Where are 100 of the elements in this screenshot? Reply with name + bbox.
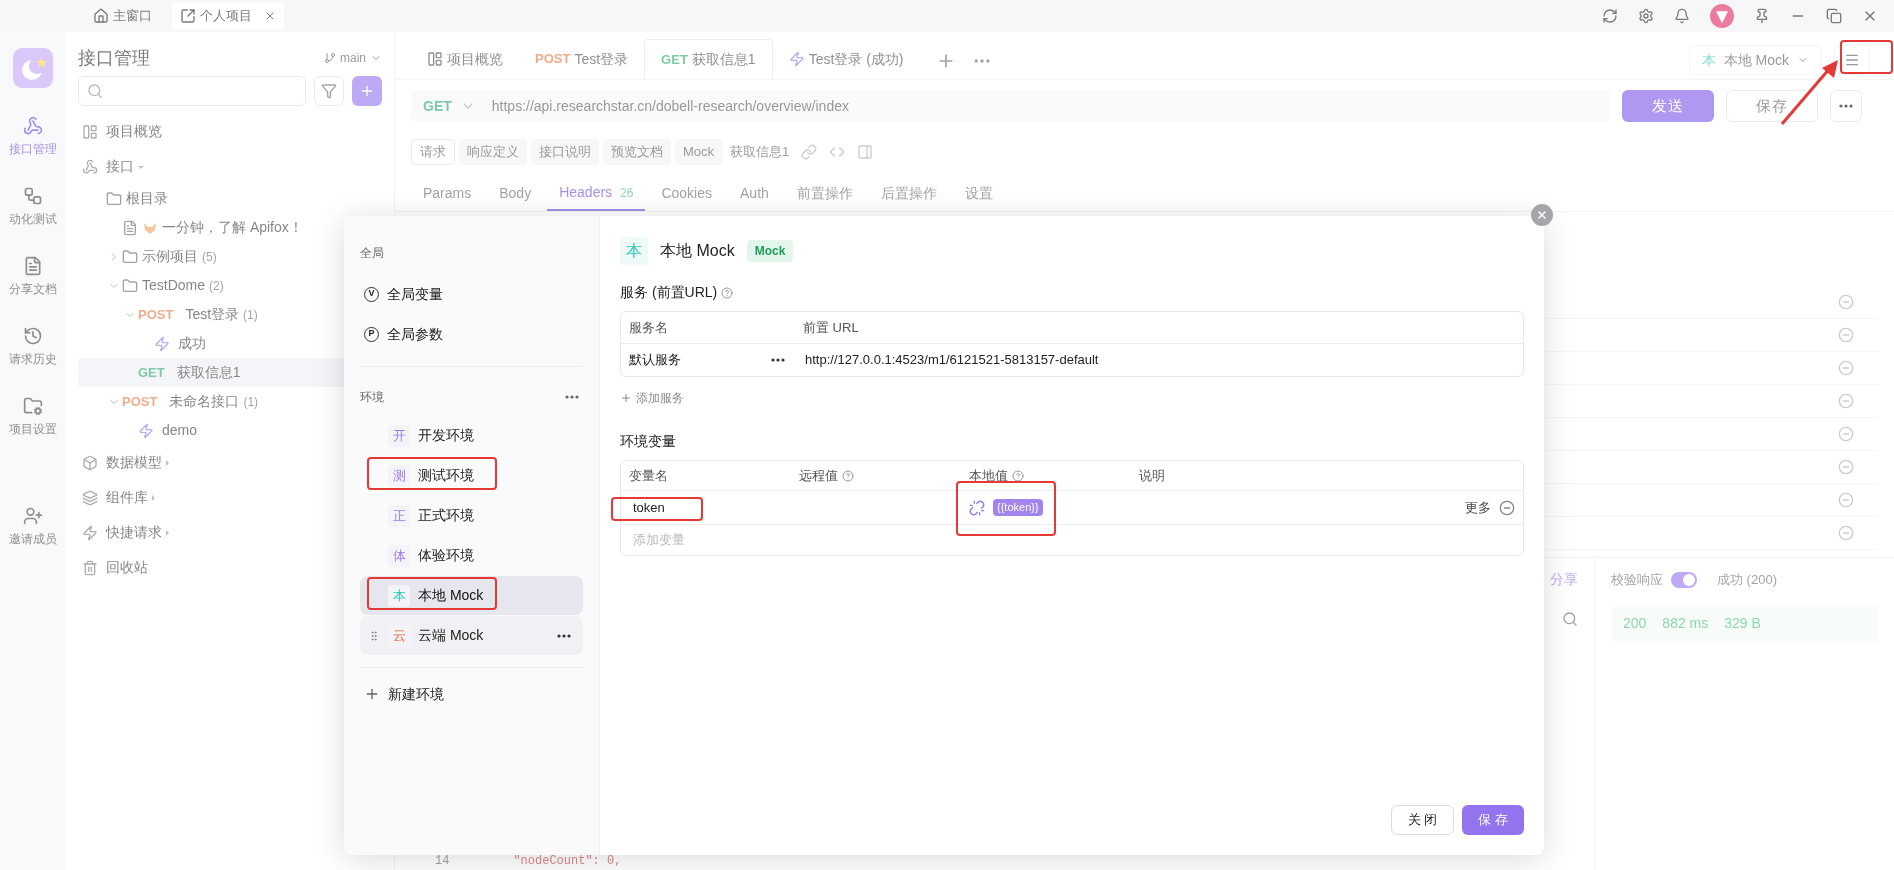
add-button[interactable]: [352, 76, 382, 106]
tree-item[interactable]: POST 未命名接口 (1): [78, 387, 346, 416]
remove-icon[interactable]: [1838, 393, 1854, 409]
sub-tab[interactable]: 请求: [411, 139, 455, 165]
tab-icon: [180, 8, 196, 24]
remove-icon[interactable]: [1499, 499, 1515, 516]
global-item[interactable]: P 全局参数: [360, 314, 583, 354]
tree-item[interactable]: 示例项目 (5): [78, 242, 346, 271]
home-icon: [93, 8, 109, 24]
window-tab[interactable]: 主窗口: [85, 2, 160, 30]
sub-tab[interactable]: 接口说明: [531, 139, 599, 165]
status-label: 成功 (200): [1717, 571, 1777, 589]
rail-item[interactable]: 项目设置: [9, 396, 57, 438]
rail-icon: [23, 256, 43, 276]
rail-item[interactable]: 邀请成员: [9, 506, 57, 548]
more-icon[interactable]: [557, 633, 571, 638]
more-icon[interactable]: [565, 395, 579, 399]
param-tab[interactable]: Cookies: [649, 175, 725, 211]
more-link[interactable]: 更多: [1465, 497, 1491, 518]
tree-item[interactable]: 成功: [78, 329, 346, 358]
avatar-icon[interactable]: [1710, 4, 1734, 28]
remove-icon[interactable]: [1838, 492, 1854, 508]
dots-icon[interactable]: [1839, 104, 1853, 108]
filter-button[interactable]: [314, 76, 344, 106]
drag-handle-icon[interactable]: [368, 629, 380, 642]
table-cell-text: 默认服务: [628, 351, 682, 370]
sub-tab[interactable]: Mock: [675, 139, 723, 165]
more-icon[interactable]: [771, 358, 785, 362]
panel-icon: [857, 144, 874, 160]
new-environment-button[interactable]: 新建环境: [360, 680, 583, 708]
variable-chip: {{token}}: [993, 499, 1043, 516]
sidebar-item[interactable]: 回收站: [78, 550, 346, 585]
environment-item[interactable]: 测 测试环境: [360, 456, 583, 495]
environment-item[interactable]: 云 云端 Mock: [360, 616, 583, 655]
sidebar-item[interactable]: 接口: [78, 149, 346, 184]
item-label: 示例项目: [142, 247, 198, 266]
settings-icon[interactable]: [1638, 8, 1654, 24]
environment-selector[interactable]: 本 本地 Mock: [1688, 45, 1822, 75]
request-tab[interactable]: Test登录 (成功): [772, 39, 920, 79]
close-button[interactable]: 关 闭: [1390, 805, 1455, 835]
environment-item[interactable]: 本 本地 Mock: [360, 576, 583, 615]
send-button[interactable]: 发送: [1622, 90, 1714, 122]
sidebar-item[interactable]: 数据模型: [78, 445, 346, 480]
tree-item[interactable]: POST Test登录 (1): [78, 300, 346, 329]
url-field[interactable]: GET https://api.researchstar.cn/dobell-research/overview/index: [411, 90, 1610, 122]
add-variable-field[interactable]: 添加变量: [621, 525, 1523, 555]
rail-item[interactable]: 接口管理: [9, 116, 57, 158]
param-tab[interactable]: Params: [411, 175, 484, 211]
param-tab[interactable]: 前置操作: [784, 175, 865, 211]
remove-icon[interactable]: [1838, 360, 1854, 376]
validate-toggle[interactable]: [1671, 571, 1697, 588]
close-button[interactable]: [1531, 204, 1553, 226]
sidebar-item[interactable]: 组件库: [78, 480, 346, 515]
rail-item[interactable]: 请求历史: [9, 326, 57, 368]
column-header: 变量名: [628, 466, 669, 485]
save-button[interactable]: 保存: [1726, 90, 1818, 122]
sidebar-item[interactable]: 快捷请求: [78, 515, 346, 550]
search-field[interactable]: [78, 76, 306, 106]
param-tab[interactable]: Headers 26: [547, 175, 646, 211]
share-link[interactable]: 分享: [1550, 568, 1578, 590]
window-tab[interactable]: 个人项目: [172, 2, 284, 30]
param-tab[interactable]: 后置操作: [868, 175, 949, 211]
section-icon: [82, 454, 98, 471]
close-icon: [1536, 209, 1548, 221]
request-tab[interactable]: GET 获取信息1: [644, 39, 773, 79]
save-button[interactable]: 保 存: [1462, 805, 1524, 835]
rail-item[interactable]: 动化测试: [9, 186, 57, 228]
remove-icon[interactable]: [1838, 525, 1854, 541]
sub-tab[interactable]: 预览文档: [603, 139, 671, 165]
add-service-button[interactable]: 添加服务: [620, 389, 684, 407]
environment-item[interactable]: 正 正式环境: [360, 496, 583, 535]
tree-item[interactable]: 根目录: [78, 184, 346, 213]
remove-icon[interactable]: [1838, 459, 1854, 475]
rail-item[interactable]: 分享文档: [9, 256, 57, 298]
section-title: 环境变量: [620, 432, 677, 451]
global-item[interactable]: V 全局变量: [360, 274, 583, 314]
environment-item[interactable]: 体 体验环境: [360, 536, 583, 575]
request-tab[interactable]: 项目概览: [411, 39, 519, 79]
remove-icon[interactable]: [1838, 327, 1854, 343]
bell-icon[interactable]: [1674, 8, 1690, 24]
environment-item[interactable]: 开 开发环境: [360, 416, 583, 455]
tree-item[interactable]: 一分钟，了解 Apifox！: [78, 213, 346, 242]
tree-item[interactable]: TestDome (2): [78, 271, 346, 300]
param-tab[interactable]: Auth: [728, 175, 781, 211]
request-tab[interactable]: POST Test登录: [519, 39, 645, 79]
tree-item[interactable]: GET 获取信息1: [78, 358, 346, 387]
remove-icon[interactable]: [1838, 426, 1854, 442]
sub-tab[interactable]: 响应定义: [459, 139, 527, 165]
refresh-icon[interactable]: [1602, 8, 1618, 24]
restore-icon[interactable]: [1826, 8, 1842, 24]
item-count: (5): [202, 248, 217, 266]
param-tab[interactable]: Body: [487, 175, 544, 211]
pin-icon[interactable]: [1754, 8, 1770, 24]
sidebar-item[interactable]: 项目概览: [78, 114, 346, 149]
help-icon: [1012, 469, 1024, 482]
branch-selector[interactable]: main: [324, 49, 382, 67]
section-title: 服务 (前置URL): [620, 283, 718, 302]
param-tab[interactable]: 设置: [952, 175, 1005, 211]
remove-icon[interactable]: [1838, 294, 1854, 310]
tree-item[interactable]: demo: [78, 416, 346, 445]
